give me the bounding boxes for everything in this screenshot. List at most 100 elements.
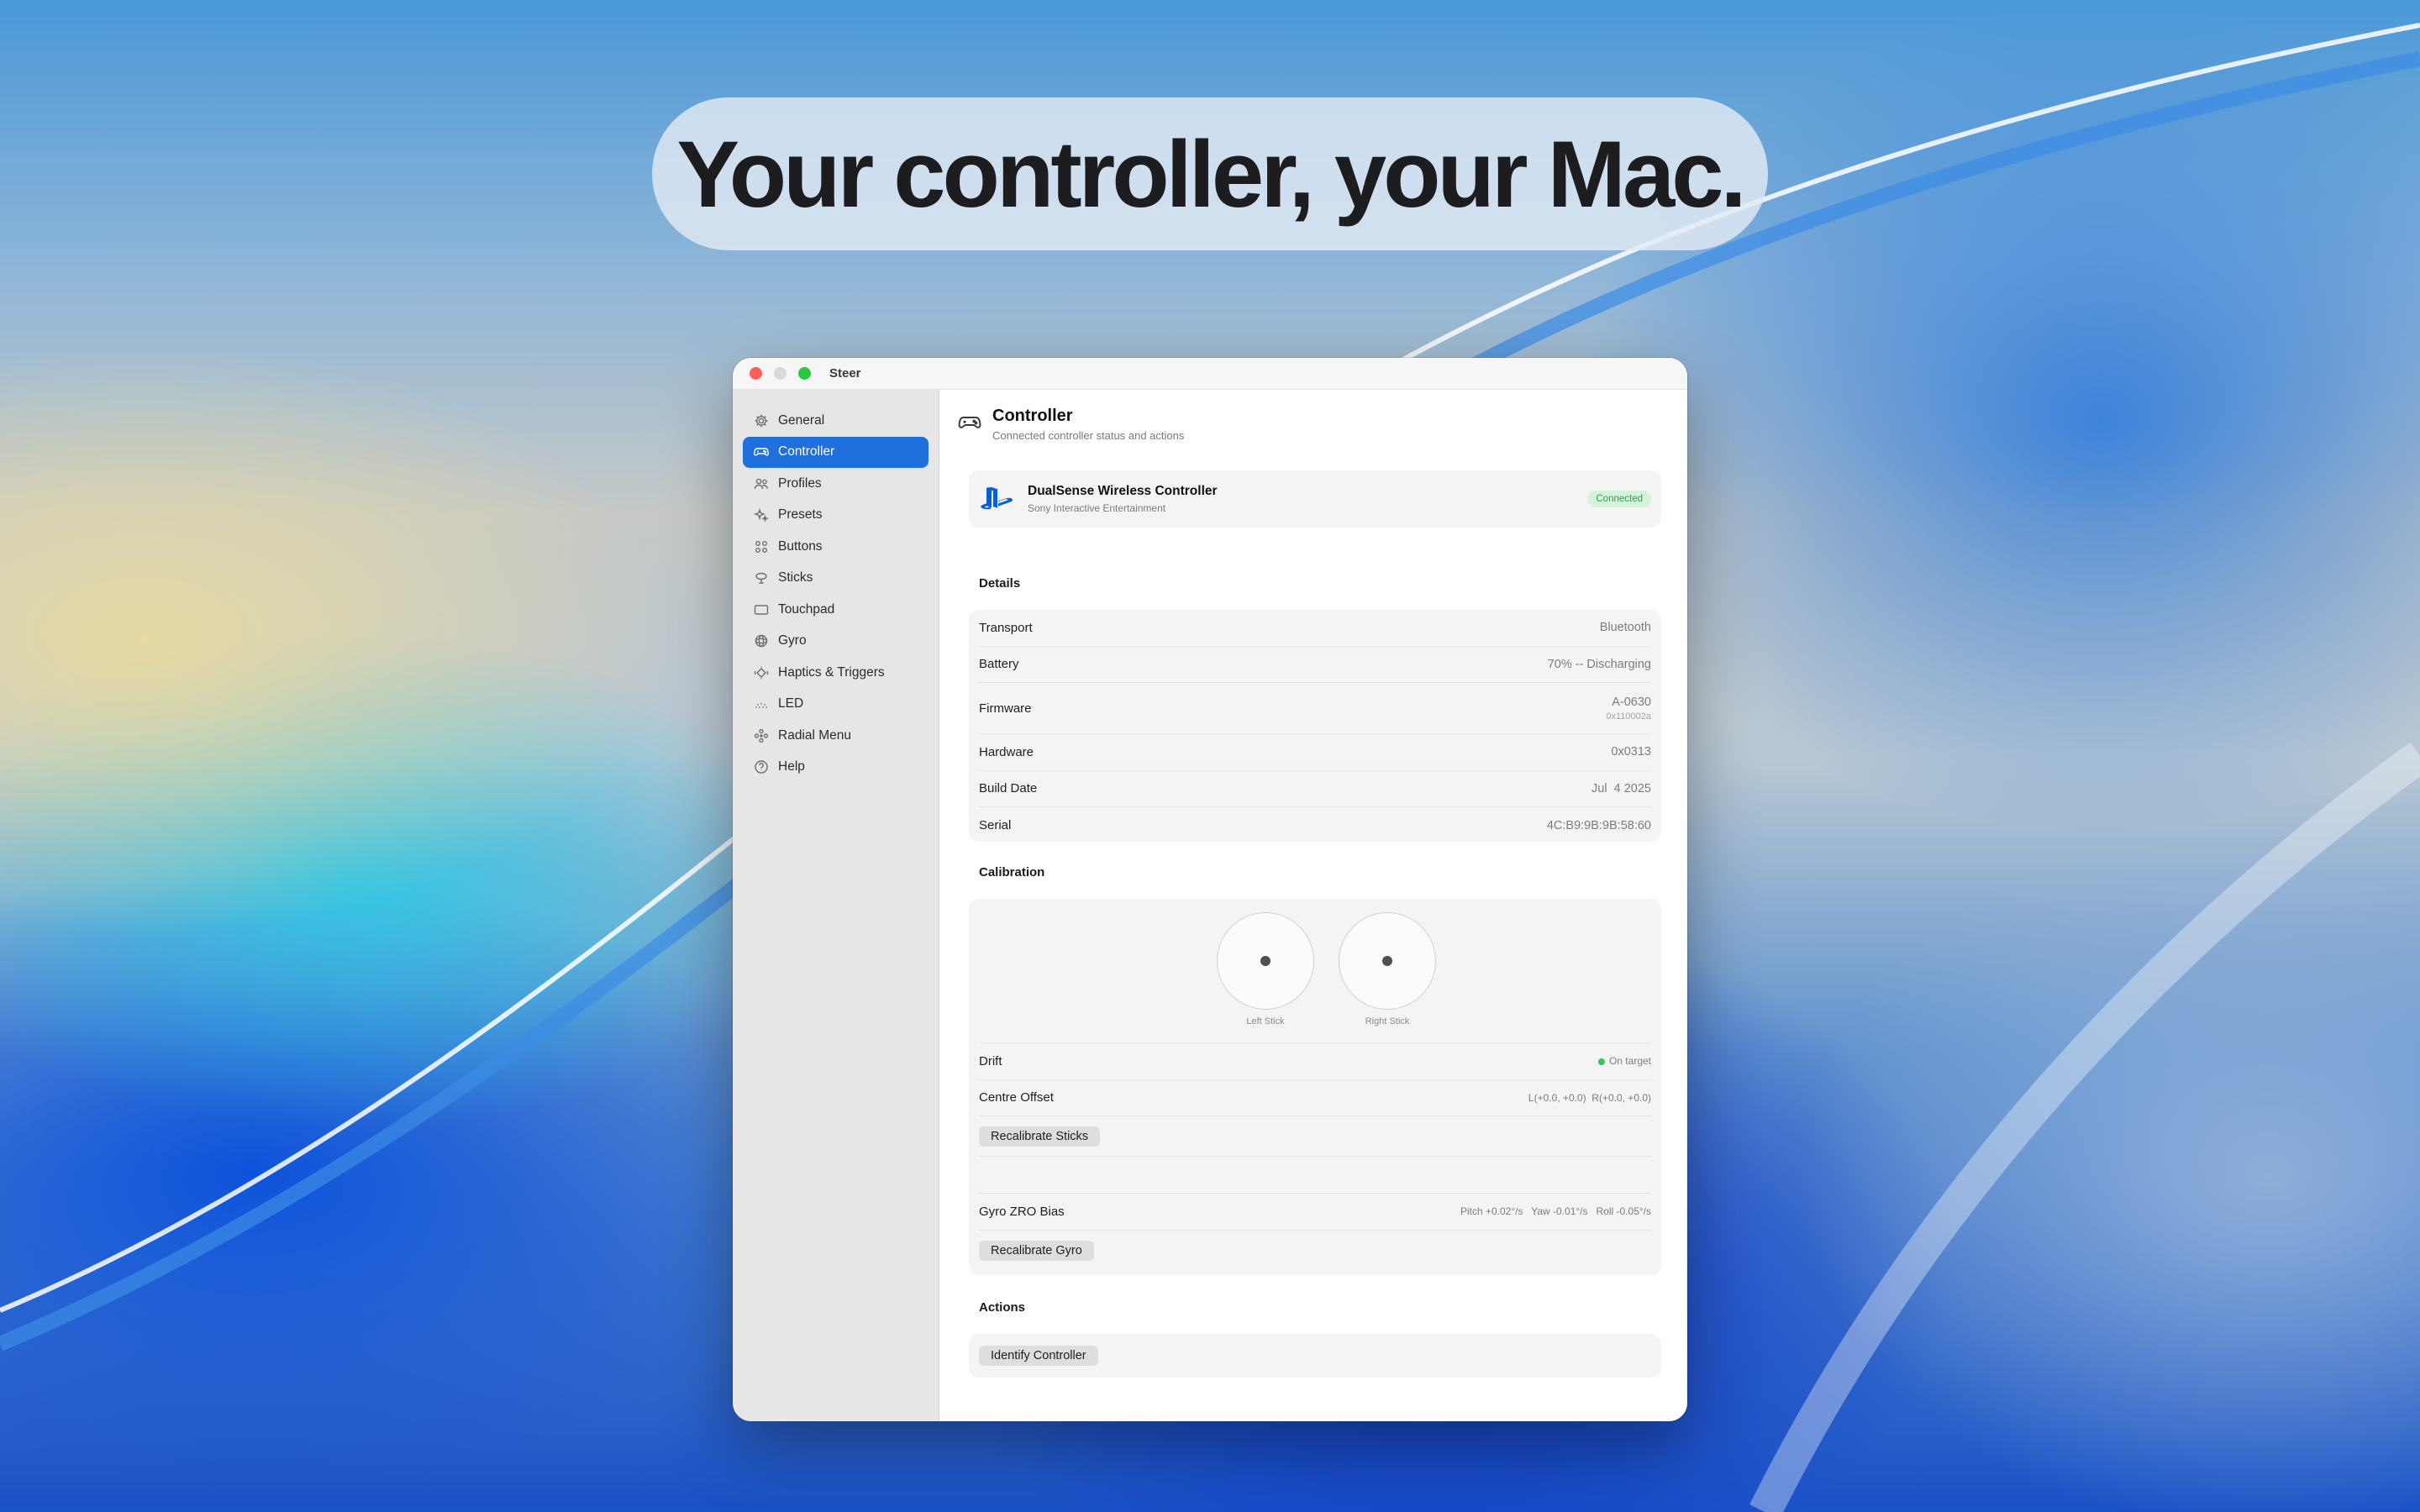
sidebar-item-label: Buttons xyxy=(778,538,823,554)
details-section-title: Details xyxy=(979,576,1021,591)
sidebar-item-label: Haptics & Triggers xyxy=(778,664,885,680)
gyro-bias-label: Gyro ZRO Bias xyxy=(979,1204,1065,1219)
details-card: Transport Bluetooth Battery 70% -- Disch… xyxy=(969,610,1661,842)
detail-label: Hardware xyxy=(979,744,1034,759)
firmware-code: 0x110002a xyxy=(1606,711,1651,722)
stick-ring xyxy=(1339,912,1436,1010)
recalibrate-sticks-row: Recalibrate Sticks xyxy=(979,1116,1651,1157)
gyro-icon xyxy=(755,635,768,648)
sidebar: General Controller Profiles Presets Butt… xyxy=(733,390,939,1421)
sidebar-item-label: General xyxy=(778,412,825,428)
stick-position-dot xyxy=(1382,956,1392,966)
sidebar-item-presets[interactable]: Presets xyxy=(743,500,929,532)
offset-label: Centre Offset xyxy=(979,1090,1054,1105)
sidebar-item-touchpad[interactable]: Touchpad xyxy=(743,594,929,626)
minimize-button[interactable] xyxy=(774,367,786,380)
sidebar-item-label: Profiles xyxy=(778,475,822,491)
device-card: DualSense Wireless Controller Sony Inter… xyxy=(969,470,1661,528)
sidebar-item-led[interactable]: LED xyxy=(743,689,929,721)
question-icon xyxy=(755,760,768,774)
title-bar: Steer xyxy=(733,358,1687,390)
left-stick-label: Left Stick xyxy=(1246,1016,1285,1026)
sidebar-item-help[interactable]: Help xyxy=(743,752,929,784)
detail-value: 4C:B9:9B:9B:58:60 xyxy=(1546,818,1651,832)
calibration-card: Left Stick Right Stick Drift On target C… xyxy=(969,899,1661,1275)
sidebar-item-haptics[interactable]: Haptics & Triggers xyxy=(743,657,929,689)
sidebar-item-label: LED xyxy=(778,696,804,711)
detail-row-build-date: Build Date Jul 4 2025 xyxy=(979,771,1651,807)
sidebar-item-label: Sticks xyxy=(778,570,813,585)
sidebar-item-label: Radial Menu xyxy=(778,727,852,743)
detail-label: Battery xyxy=(979,657,1019,672)
recalibrate-gyro-button[interactable]: Recalibrate Gyro xyxy=(979,1240,1094,1261)
led-icon xyxy=(755,703,767,709)
drift-label: Drift xyxy=(979,1053,1002,1068)
right-stick-label: Right Stick xyxy=(1365,1016,1410,1026)
sidebar-item-label: Presets xyxy=(778,507,823,522)
gyro-bias-value: Pitch +0.02°/s Yaw -0.01°/s Roll -0.05°/… xyxy=(1460,1205,1651,1218)
detail-row-hardware: Hardware 0x0313 xyxy=(979,734,1651,771)
playstation-logo-icon xyxy=(981,487,1013,510)
sidebar-item-label: Help xyxy=(778,759,805,774)
page-subtitle: Connected controller status and actions xyxy=(992,429,1185,442)
detail-label: Firmware xyxy=(979,701,1032,716)
left-stick-visual: Left Stick xyxy=(1216,912,1315,1026)
actions-section-title: Actions xyxy=(979,1300,1026,1315)
sidebar-item-buttons[interactable]: Buttons xyxy=(743,531,929,563)
gamepad-icon xyxy=(753,448,770,456)
page-header: Controller Connected controller status a… xyxy=(957,407,1184,442)
detail-value: Bluetooth xyxy=(1599,621,1651,635)
detail-label: Build Date xyxy=(979,781,1038,796)
recalibrate-sticks-button[interactable]: Recalibrate Sticks xyxy=(979,1126,1101,1147)
page-title: Controller xyxy=(992,407,1073,425)
sparkle-icon xyxy=(753,508,769,522)
status-badge: Connected xyxy=(1587,491,1651,507)
gear-icon xyxy=(755,414,768,428)
calibration-section-title: Calibration xyxy=(979,865,1045,879)
sidebar-item-label: Controller xyxy=(778,444,835,459)
sidebar-item-profiles[interactable]: Profiles xyxy=(743,468,929,500)
separator-row xyxy=(979,1157,1651,1194)
sidebar-item-label: Gyro xyxy=(778,633,807,648)
offset-value: L(+0.0, +0.0) R(+0.0, +0.0) xyxy=(1528,1091,1651,1104)
sidebar-item-label: Touchpad xyxy=(778,601,835,617)
stick-ring xyxy=(1217,912,1314,1010)
detail-row-firmware: Firmware A-0630 0x110002a xyxy=(979,683,1651,734)
detail-value: 70% -- Discharging xyxy=(1547,657,1651,671)
grid-icon xyxy=(755,540,767,553)
detail-label: Serial xyxy=(979,818,1012,833)
firmware-version: A-0630 xyxy=(1612,695,1651,709)
right-stick-visual: Right Stick xyxy=(1338,912,1437,1026)
stick-position-dot xyxy=(1260,956,1270,966)
zoom-button[interactable] xyxy=(798,367,811,380)
recalibrate-gyro-row: Recalibrate Gyro xyxy=(979,1231,1651,1271)
identify-controller-button[interactable]: Identify Controller xyxy=(979,1346,1098,1366)
close-button[interactable] xyxy=(750,367,762,380)
centre-offset-row: Centre Offset L(+0.0, +0.0) R(+0.0, +0.0… xyxy=(979,1080,1651,1116)
app-window: Steer General Controller Profiles Preset… xyxy=(733,358,1687,1421)
people-icon xyxy=(754,478,769,489)
detail-label: Transport xyxy=(979,620,1033,635)
headline-text: Your controller, your Mac. xyxy=(676,121,1746,227)
detail-row-battery: Battery 70% -- Discharging xyxy=(979,647,1651,683)
sidebar-item-sticks[interactable]: Sticks xyxy=(743,563,929,595)
headline-pill: Your controller, your Mac. xyxy=(652,97,1768,250)
gyro-bias-row: Gyro ZRO Bias Pitch +0.02°/s Yaw -0.01°/… xyxy=(979,1194,1651,1231)
radial-icon xyxy=(754,728,769,743)
detail-value: Jul 4 2025 xyxy=(1591,781,1651,795)
sidebar-item-controller[interactable]: Controller xyxy=(743,436,929,468)
detail-row-transport: Transport Bluetooth xyxy=(979,610,1651,647)
detail-row-serial: Serial 4C:B9:9B:9B:58:60 xyxy=(979,807,1651,844)
device-name: DualSense Wireless Controller xyxy=(1028,484,1218,498)
detail-value: A-0630 0x110002a xyxy=(1606,696,1651,722)
sidebar-item-general[interactable]: General xyxy=(743,405,929,437)
stick-visualizers: Left Stick Right Stick xyxy=(979,899,1651,1043)
joystick-icon xyxy=(755,573,767,584)
sidebar-item-gyro[interactable]: Gyro xyxy=(743,626,929,658)
sidebar-item-radial-menu[interactable]: Radial Menu xyxy=(743,720,929,752)
status-dot xyxy=(1597,1058,1605,1066)
gamepad-icon xyxy=(958,417,981,428)
main-content: Controller Connected controller status a… xyxy=(940,390,1687,1421)
drift-value: On target xyxy=(1608,1055,1651,1068)
haptics-icon xyxy=(754,666,769,680)
